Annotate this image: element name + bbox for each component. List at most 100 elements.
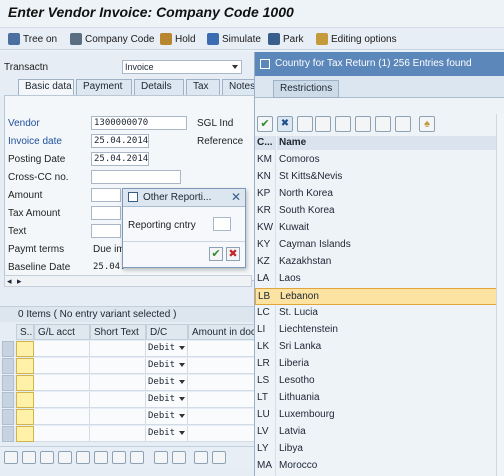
list-item[interactable]: LB Lebanon <box>255 288 504 305</box>
short-text-cell[interactable] <box>90 426 146 442</box>
select-all-icon[interactable] <box>130 451 144 464</box>
vertical-scrollbar[interactable] <box>496 114 504 476</box>
col-amount[interactable]: Amount in doc <box>188 324 256 340</box>
delete-row-icon[interactable] <box>40 451 54 464</box>
list-item[interactable]: KP North Korea <box>255 186 504 203</box>
export-icon[interactable] <box>395 116 411 132</box>
cancel-icon[interactable]: ✖ <box>277 116 293 132</box>
list-item[interactable]: LT Lithuania <box>255 390 504 407</box>
undo-icon[interactable] <box>112 451 126 464</box>
status-cell[interactable] <box>16 392 34 408</box>
list-item[interactable]: LI Liechtenstein <box>255 322 504 339</box>
col-short-text[interactable]: Short Text <box>90 324 146 340</box>
short-text-cell[interactable] <box>90 409 146 425</box>
append-row-icon[interactable] <box>76 451 90 464</box>
copy-icon[interactable] <box>154 451 168 464</box>
list-item[interactable]: KM Comoros <box>255 152 504 169</box>
row-selector[interactable] <box>2 358 14 374</box>
dc-cell[interactable]: Debit <box>146 358 188 374</box>
row-selector[interactable] <box>2 392 14 408</box>
gl-acct-cell[interactable] <box>34 375 90 391</box>
cancel-x-icon[interactable]: ✖ <box>226 247 240 261</box>
status-cell[interactable] <box>16 375 34 391</box>
col-dc[interactable]: D/C <box>146 324 188 340</box>
tab-basic-data[interactable]: Basic data <box>18 79 74 95</box>
print-icon[interactable] <box>335 116 351 132</box>
posting-date-field[interactable]: 25.04.2014 <box>91 152 149 166</box>
gl-acct-cell[interactable] <box>34 426 90 442</box>
list-item[interactable]: KW Kuwait <box>255 220 504 237</box>
list-item[interactable]: LA Laos <box>255 271 504 288</box>
filter-icon[interactable] <box>212 451 226 464</box>
text-field[interactable] <box>91 224 121 238</box>
list-item[interactable]: KY Cayman Islands <box>255 237 504 254</box>
table-row[interactable]: Debit <box>2 358 256 375</box>
dc-cell[interactable]: Debit <box>146 392 188 408</box>
status-cell[interactable] <box>16 409 34 425</box>
short-text-cell[interactable] <box>90 375 146 391</box>
row-selector[interactable] <box>2 341 14 357</box>
copy-row-icon[interactable] <box>58 451 72 464</box>
short-text-cell[interactable] <box>90 358 146 374</box>
amount-cell[interactable] <box>188 358 256 374</box>
tax-amount-field[interactable] <box>91 206 121 220</box>
dc-cell[interactable]: Debit <box>146 426 188 442</box>
list-item[interactable]: LC St. Lucia <box>255 305 504 322</box>
bookmark-icon[interactable]: ♠ <box>419 116 435 132</box>
sort-icon[interactable] <box>194 451 208 464</box>
invoice-date-field[interactable]: 25.04.2014 <box>91 134 149 148</box>
check-icon[interactable]: ✔ <box>257 116 273 132</box>
dc-cell[interactable]: Debit <box>146 341 188 357</box>
gl-acct-cell[interactable] <box>34 341 90 357</box>
tab-notes[interactable]: Notes <box>222 79 256 95</box>
find-icon[interactable] <box>297 116 313 132</box>
col-status[interactable]: S... <box>16 324 34 340</box>
amount-cell[interactable] <box>188 392 256 408</box>
reporting-cntry-field[interactable] <box>213 217 231 231</box>
list-item[interactable]: LK Sri Lanka <box>255 339 504 356</box>
tree-on-button[interactable]: Tree on <box>8 31 57 47</box>
paste-icon[interactable] <box>172 451 186 464</box>
dc-cell[interactable]: Debit <box>146 375 188 391</box>
gl-acct-cell[interactable] <box>34 358 90 374</box>
table-row[interactable]: Debit <box>2 375 256 392</box>
list-item[interactable]: KZ Kazakhstan <box>255 254 504 271</box>
editing-options-button[interactable]: Editing options <box>316 31 397 47</box>
table-row[interactable]: Debit <box>2 341 256 358</box>
list-item[interactable]: KN St Kitts&Nevis <box>255 169 504 186</box>
table-row[interactable]: Debit <box>2 409 256 426</box>
short-text-cell[interactable] <box>90 341 146 357</box>
restrictions-tab[interactable]: Restrictions <box>273 80 340 98</box>
insert-row-icon[interactable] <box>22 451 36 464</box>
search-icon[interactable] <box>4 451 18 464</box>
close-icon[interactable]: ✕ <box>231 190 241 204</box>
hold-button[interactable]: Hold <box>160 31 196 47</box>
list-item[interactable]: LV Latvia <box>255 424 504 441</box>
tab-details[interactable]: Details <box>134 79 184 95</box>
list-item[interactable]: MA Morocco <box>255 458 504 475</box>
list-item[interactable]: LU Luxembourg <box>255 407 504 424</box>
find-next-icon[interactable] <box>315 116 331 132</box>
tab-payment[interactable]: Payment <box>76 79 132 95</box>
horizontal-scrollbar[interactable]: ◂ ▸ <box>4 275 252 287</box>
list-item[interactable]: KR South Korea <box>255 203 504 220</box>
amount-cell[interactable] <box>188 341 256 357</box>
confirm-check-icon[interactable]: ✔ <box>209 247 223 261</box>
amount-cell[interactable] <box>188 375 256 391</box>
amount-cell[interactable] <box>188 426 256 442</box>
list-item[interactable]: LR Liberia <box>255 356 504 373</box>
status-cell[interactable] <box>16 341 34 357</box>
row-selector[interactable] <box>2 426 14 442</box>
cross-cc-field[interactable] <box>91 170 181 184</box>
dc-cell[interactable]: Debit <box>146 409 188 425</box>
gl-acct-cell[interactable] <box>34 392 90 408</box>
list-item[interactable]: LY Libya <box>255 441 504 458</box>
tab-tax[interactable]: Tax <box>186 79 220 95</box>
move-row-icon[interactable] <box>94 451 108 464</box>
col-gl-acct[interactable]: G/L acct <box>34 324 90 340</box>
company-code-button[interactable]: Company Code <box>70 31 154 47</box>
gl-acct-cell[interactable] <box>34 409 90 425</box>
park-button[interactable]: Park <box>268 31 304 47</box>
transaction-select[interactable]: Invoice <box>122 60 242 74</box>
status-cell[interactable] <box>16 358 34 374</box>
